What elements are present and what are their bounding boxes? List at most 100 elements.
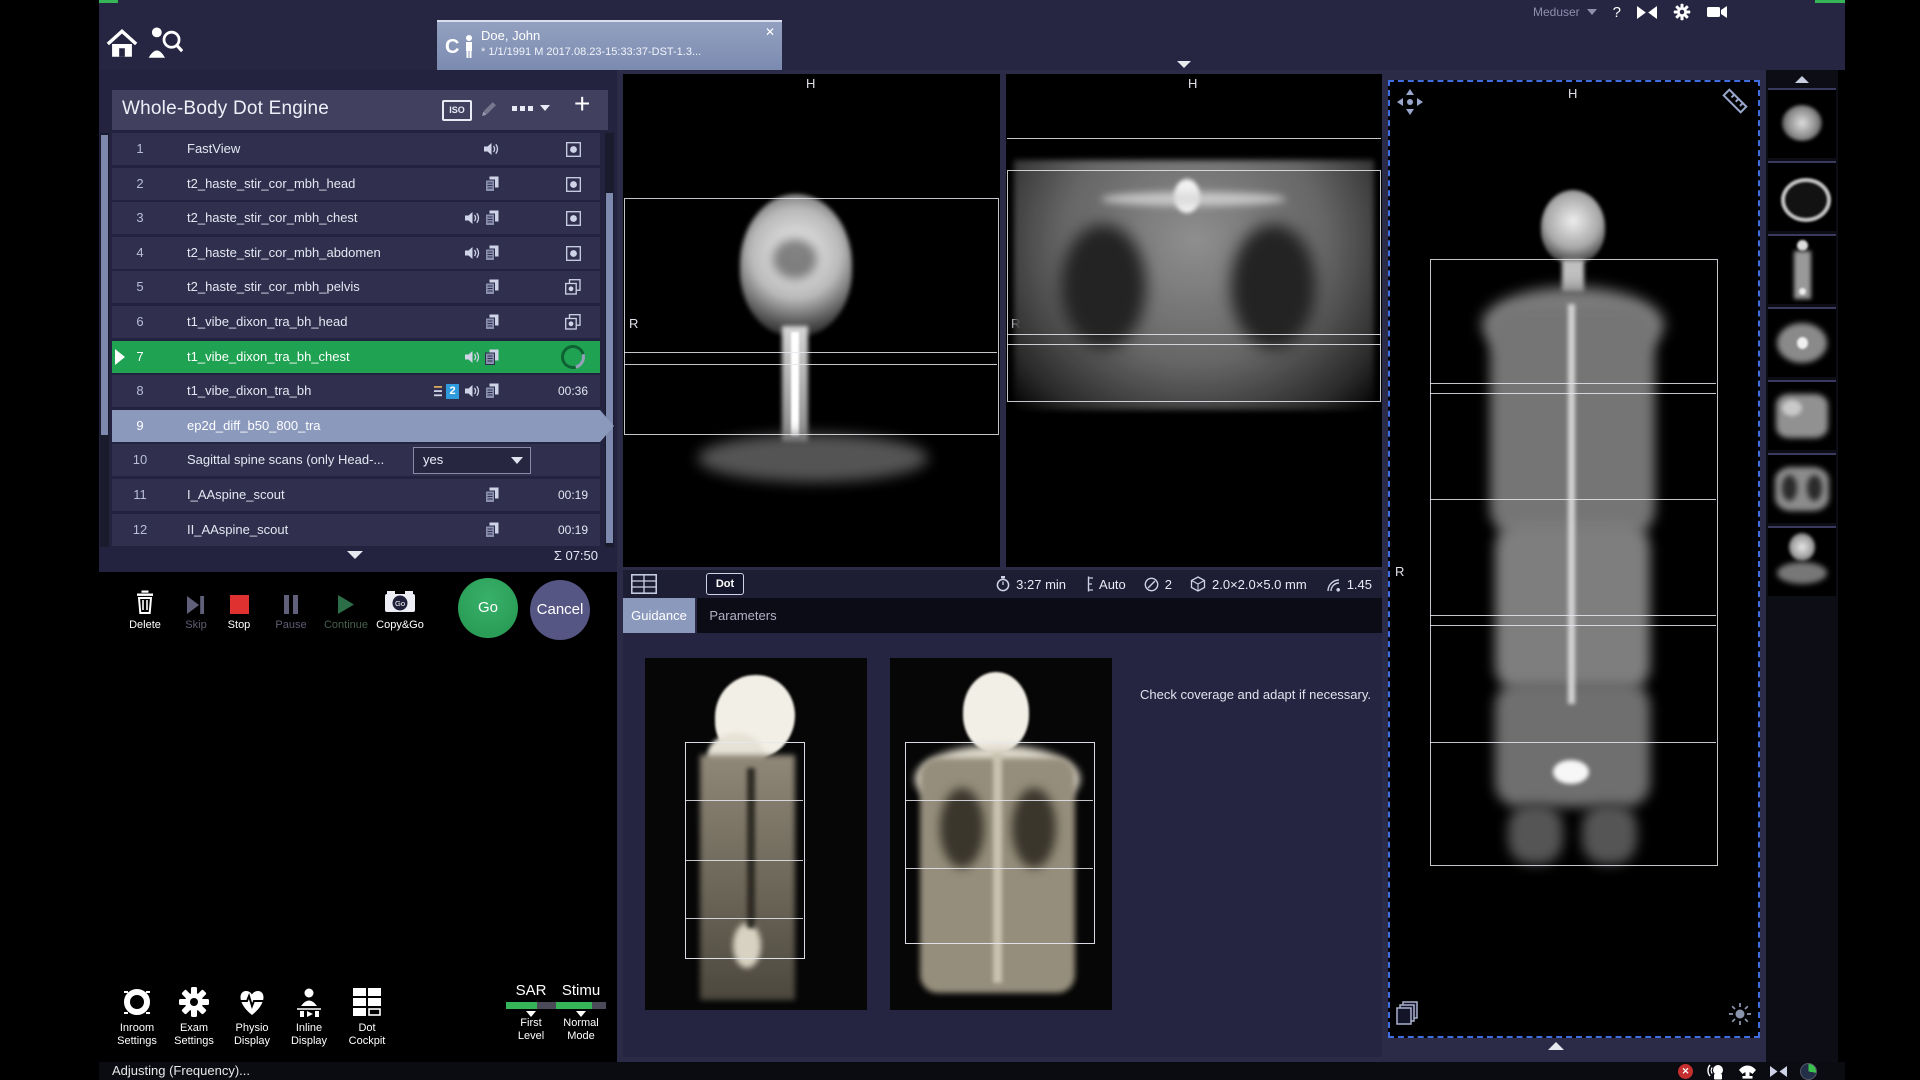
exam-settings-button[interactable]: ExamSettings	[165, 985, 223, 1048]
protocol-step-10[interactable]: 10Sagittal spine scans (only Head-...yes	[112, 444, 600, 476]
tab-parameters[interactable]: Parameters	[697, 598, 789, 633]
protocol-step-2[interactable]: 2t2_haste_stir_cor_mbh_head	[112, 168, 600, 200]
viewport-coronal-head[interactable]: H R	[623, 74, 1000, 567]
top-bar: C Doe, John * 1/1/1991 M 2017.08.23-15:3…	[99, 0, 1845, 70]
step-duration: 00:36	[558, 384, 588, 398]
queue-lines-icon	[434, 385, 445, 398]
thumbnail-head-shoulders-coronal[interactable]	[1768, 526, 1836, 596]
program-copy-icon	[485, 314, 499, 330]
inroom-settings-button[interactable]: InroomSettings	[108, 985, 166, 1048]
thumbnail-whole-body-coronal[interactable]	[1768, 234, 1836, 304]
viewport-scroll-up-icon[interactable]	[1548, 1042, 1564, 1050]
pan-move-icon[interactable]	[1396, 88, 1424, 116]
table-dock-icon[interactable]	[1637, 6, 1657, 19]
slice-line	[1007, 334, 1381, 335]
patient-banner[interactable]: C Doe, John * 1/1/1991 M 2017.08.23-15:3…	[437, 20, 782, 70]
gear-icon[interactable]	[1673, 3, 1691, 21]
protocol-step-6[interactable]: 6t1_vibe_dixon_tra_bh_head	[112, 306, 600, 338]
localizer-coronal[interactable]	[890, 658, 1112, 1010]
coverage-frame	[905, 742, 1095, 944]
more-options-button[interactable]	[512, 105, 550, 111]
disk-space-icon[interactable]	[1800, 1063, 1817, 1080]
trash-icon	[117, 588, 173, 614]
slice-group-frame	[1007, 170, 1381, 402]
protocol-step-8[interactable]: 8t1_vibe_dixon_tra_bh200:36	[112, 375, 600, 407]
gear-icon	[178, 986, 210, 1018]
status-line-right	[1815, 0, 1845, 3]
camera-icon[interactable]	[1707, 5, 1727, 19]
slice-group-frame	[624, 198, 999, 435]
user-menu[interactable]: Meduser	[1533, 5, 1597, 19]
protocol-step-5[interactable]: 5t2_haste_stir_cor_mbh_pelvis	[112, 271, 600, 303]
thumbnail-chest-coronal[interactable]	[1768, 453, 1836, 523]
dot-cockpit-button[interactable]: DotCockpit	[338, 985, 396, 1048]
dot-display-button[interactable]: Dot	[706, 573, 744, 595]
scanning-spinner-icon	[557, 341, 590, 374]
brightness-icon[interactable]	[1728, 1002, 1752, 1026]
go-button[interactable]: Go	[458, 578, 518, 638]
step-number: 4	[112, 245, 168, 260]
protocol-step-12[interactable]: 12II_AAspine_scout00:19	[112, 514, 600, 546]
protocol-step-1[interactable]: 1FastView	[112, 133, 600, 165]
decision-dropdown[interactable]: yes	[413, 447, 531, 474]
physio-display-button[interactable]: PhysioDisplay	[223, 985, 281, 1048]
help-button[interactable]: ?	[1613, 4, 1621, 21]
step-number: 9	[112, 418, 168, 433]
measurement-count: 2	[1144, 577, 1172, 592]
protocol-title: Whole-Body Dot Engine	[122, 98, 329, 120]
copy-go-button[interactable]: Go Copy&Go	[372, 588, 428, 631]
table-dock-icon[interactable]	[1770, 1066, 1787, 1077]
table-view-icon[interactable]	[631, 574, 657, 594]
ruler-icon[interactable]	[1720, 86, 1750, 116]
scan-time: 3:27 min	[996, 576, 1066, 592]
protocol-step-3[interactable]: 3t2_haste_stir_cor_mbh_chest	[112, 202, 600, 234]
localizer-sagittal[interactable]	[645, 658, 867, 1010]
thumbnail-head-axial[interactable]	[1768, 88, 1836, 158]
thumbnail-abdomen-coronal[interactable]	[1768, 380, 1836, 450]
speaker-icon	[483, 142, 499, 156]
protocol-step-11[interactable]: 11I_AAspine_scout00:19	[112, 479, 600, 511]
step-name: t1_vibe_dixon_tra_bh	[187, 383, 311, 398]
stop-button[interactable]: Stop	[211, 588, 267, 631]
delete-button[interactable]: Delete	[117, 588, 173, 631]
list-scrollbar-left[interactable]	[100, 133, 109, 547]
intercom-icon[interactable]	[1706, 1063, 1725, 1080]
protocol-step-7[interactable]: 7t1_vibe_dixon_tra_bh_chest	[112, 341, 600, 373]
thumb-scroll-up-icon[interactable]	[1795, 76, 1809, 83]
step-number: 5	[112, 279, 168, 294]
protocol-step-9[interactable]: 9ep2d_diff_b50_800_tra	[112, 410, 614, 442]
home-button[interactable]	[105, 26, 139, 67]
thumbnail-skull-axial[interactable]	[1768, 161, 1836, 231]
user-menu-label: Meduser	[1533, 5, 1580, 19]
list-scroll-down-icon[interactable]	[347, 551, 363, 559]
stack-icon[interactable]	[1395, 1000, 1421, 1026]
step-name: I_AAspine_scout	[187, 487, 285, 502]
orientation-r: R	[1395, 564, 1404, 579]
pause-button[interactable]: Pause	[263, 588, 319, 631]
edit-pencil-icon[interactable]	[480, 101, 497, 118]
station-line	[1430, 625, 1716, 626]
sar-status: First	[520, 1017, 541, 1029]
cancel-button[interactable]: Cancel	[530, 580, 590, 640]
scroll-thumb[interactable]	[101, 135, 108, 435]
status-line-left	[99, 0, 118, 3]
step-name: t1_vibe_dixon_tra_bh_head	[187, 314, 347, 329]
viewport-coronal-chest[interactable]: H R	[1006, 74, 1382, 567]
inline-display-button[interactable]: InlineDisplay	[280, 985, 338, 1048]
voxel-cube-icon	[1190, 576, 1206, 592]
step-number: 1	[112, 141, 168, 156]
stimu-status: Normal	[563, 1017, 598, 1029]
patient-browser-button[interactable]	[147, 24, 183, 67]
add-step-button[interactable]: +	[574, 88, 590, 120]
viewport-whole-body[interactable]: H R	[1388, 80, 1760, 1038]
phone-icon[interactable]	[1738, 1063, 1757, 1079]
thumbnail-pelvis-coronal[interactable]	[1768, 307, 1836, 377]
close-icon[interactable]: ✕	[765, 25, 775, 39]
program-copy-icon	[485, 176, 499, 192]
system-error-icon[interactable]: ✕	[1678, 1064, 1693, 1079]
protocol-step-4[interactable]: 4t2_haste_stir_cor_mbh_abdomen	[112, 237, 600, 269]
continue-button[interactable]: Continue	[318, 588, 374, 631]
multi-slice-icon	[565, 314, 581, 330]
patient-name: Doe, John	[481, 28, 540, 43]
tab-guidance[interactable]: Guidance	[623, 598, 695, 633]
